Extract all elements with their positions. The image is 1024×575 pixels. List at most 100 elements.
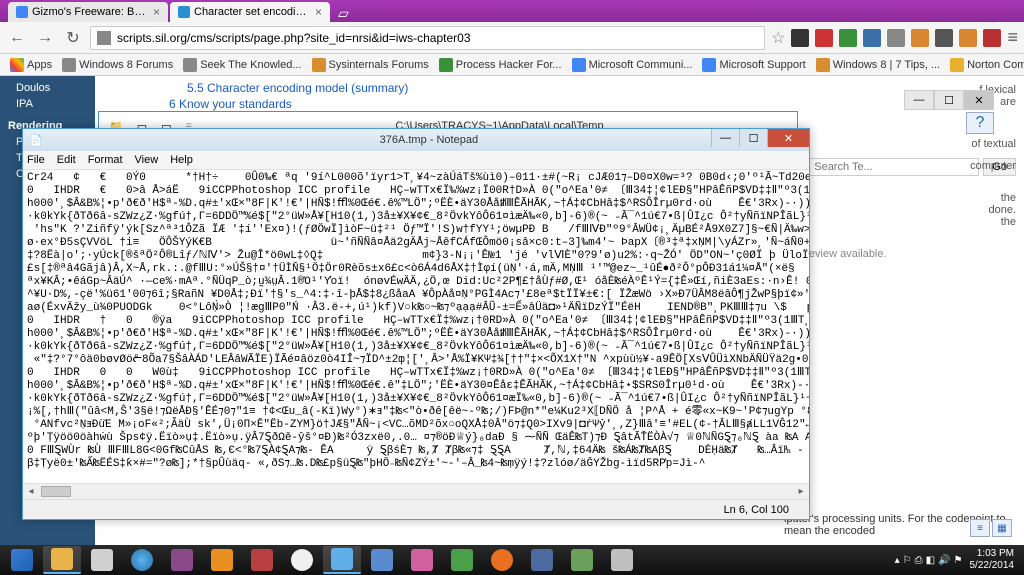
notepad-icon: 📄 [23,134,49,147]
window-title: 376A.tmp - Notepad [49,134,809,146]
taskbar-item[interactable] [203,546,241,574]
clock[interactable]: 1:03 PM 5/22/2014 [966,548,1019,572]
taskbar-item[interactable] [83,546,121,574]
start-button[interactable] [3,546,41,574]
icons-view-icon[interactable]: ▦ [992,519,1012,537]
notepad-window: 📄 376A.tmp - Notepad — ☐ ✕ File Edit For… [22,128,810,520]
app-icon [371,549,393,571]
extension-icon[interactable] [887,29,905,47]
volume-icon[interactable]: 🔊 [938,555,950,566]
close-button[interactable]: ✕ [767,129,809,147]
notepad-text-area[interactable]: Cr24 ¢ € 0Ý0 *†H†÷ 0Û0‰€ ªq '9í^L000õ'ïy… [23,170,809,483]
show-hidden-icon[interactable]: ▴ [895,555,900,566]
close-button[interactable]: ✕ [964,90,994,110]
page-icon [97,31,111,45]
reload-button[interactable]: ↻ [62,27,84,49]
taskbar-item[interactable] [483,546,521,574]
tray-icon[interactable]: ⚐ [903,555,912,566]
apps-button[interactable]: Apps [6,56,56,74]
app-icon [451,549,473,571]
url-text: scripts.sil.org/cms/scripts/page.php?sit… [117,31,471,45]
maximize-button[interactable]: ☐ [739,129,767,147]
bookmarks-bar: Apps Windows 8 Forums Seek The Knowled..… [0,54,1024,76]
forward-button[interactable]: → [34,27,56,49]
close-icon[interactable]: × [153,5,160,19]
minimize-button[interactable]: — [711,129,739,147]
extension-icon[interactable] [863,29,881,47]
network-icon[interactable]: ◧ [926,555,935,566]
app-icon [571,549,593,571]
extension-icon[interactable] [839,29,857,47]
bookmark-item[interactable]: Windows 8 | 7 Tips, ... [812,56,944,74]
extension-icon[interactable] [815,29,833,47]
scrollbar-thumb[interactable] [41,486,71,497]
help-icon[interactable]: ? [966,112,994,134]
toc-link[interactable]: 6 Know your standards [115,96,754,112]
search-input[interactable] [809,158,979,176]
notepad-titlebar[interactable]: 📄 376A.tmp - Notepad — ☐ ✕ [23,129,809,151]
taskbar-item[interactable] [323,546,361,574]
bookmark-item[interactable]: Process Hacker For... [435,56,566,74]
details-view-icon[interactable]: ≡ [970,519,990,537]
app-icon [611,549,633,571]
minimize-button[interactable]: — [904,90,934,110]
back-button[interactable]: ← [6,27,28,49]
bookmark-item[interactable]: Windows 8 Forums [58,56,177,74]
nav-item[interactable]: Doulos [0,80,95,96]
site-icon [950,58,964,72]
address-bar[interactable]: scripts.sil.org/cms/scripts/page.php?sit… [90,26,765,50]
bookmark-item[interactable]: Norton Community ... [946,56,1024,74]
tray-icon[interactable]: ⎙ [915,555,923,566]
extension-icon[interactable] [983,29,1001,47]
menu-format[interactable]: Format [88,154,123,166]
site-icon [439,58,453,72]
bookmark-star-icon[interactable]: ☆ [771,28,785,48]
taskbar-item[interactable] [243,546,281,574]
text-fragment: done. [782,204,1016,216]
bookmark-item[interactable]: Microsoft Communi... [568,56,697,74]
notepad-icon [331,548,353,570]
taskbar-item[interactable] [43,546,81,574]
extension-icon[interactable] [935,29,953,47]
notepad-statusbar: Ln 6, Col 100 [23,499,809,519]
extension-icon[interactable] [911,29,929,47]
favicon [16,6,28,18]
chrome-menu-icon[interactable]: ≡ [1007,27,1018,48]
explorer-window-controls: — ☐ ✕ [904,90,994,110]
horizontal-scrollbar[interactable]: ◂ ▸ [23,483,809,499]
close-icon[interactable]: × [315,5,322,19]
bookmark-item[interactable]: Sysinternals Forums [308,56,433,74]
taskbar-item[interactable] [363,546,401,574]
taskbar-item[interactable] [283,546,321,574]
menu-edit[interactable]: Edit [57,154,76,166]
tab-strip: Gizmo's Freeware: Browse × Character set… [0,0,1024,22]
extension-icon[interactable] [791,29,809,47]
flag-icon[interactable]: ⚑ [954,555,963,566]
menu-file[interactable]: File [27,154,45,166]
scroll-right-arrow[interactable]: ▸ [793,484,809,499]
taskbar-item[interactable] [123,546,161,574]
bookmark-item[interactable]: Seek The Knowled... [179,56,305,74]
taskbar-item[interactable] [443,546,481,574]
app-icon [91,549,113,571]
site-icon [312,58,326,72]
browser-tab[interactable]: Gizmo's Freeware: Browse × [8,2,168,22]
taskbar-item[interactable] [523,546,561,574]
toc-link[interactable]: 5.5 Character encoding model (summary) [115,80,754,96]
app-icon [171,549,193,571]
maximize-button[interactable]: ☐ [934,90,964,110]
taskbar-item[interactable] [603,546,641,574]
scroll-left-arrow[interactable]: ◂ [23,484,39,499]
extension-icon[interactable] [959,29,977,47]
window-controls: — ☐ ✕ [711,129,809,147]
bookmark-item[interactable]: Microsoft Support [698,56,809,74]
new-tab-button[interactable]: ▱ [332,5,355,22]
paint-icon [411,549,433,571]
browser-tab-active[interactable]: Character set encoding ba × [170,2,330,22]
taskbar-item[interactable] [403,546,441,574]
nav-item[interactable]: IPA [0,96,95,112]
menu-view[interactable]: View [135,154,159,166]
taskbar-item[interactable] [563,546,601,574]
menu-help[interactable]: Help [170,154,193,166]
taskbar-item[interactable] [163,546,201,574]
